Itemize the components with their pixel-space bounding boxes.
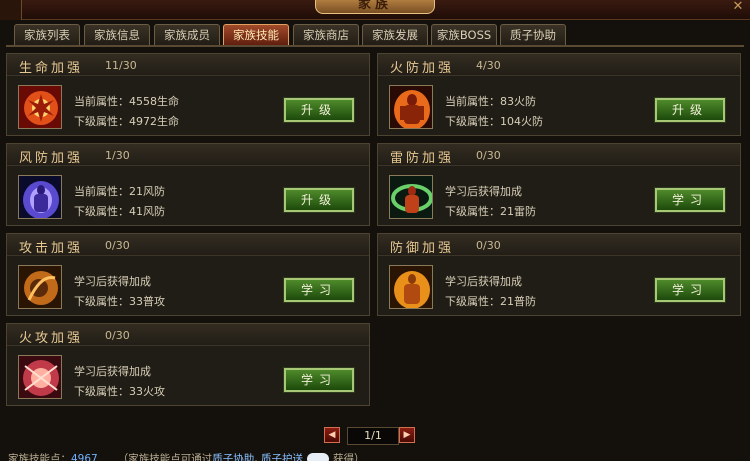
skill-panel-wind-defense: 风防加强 1/30 当前属性：21风防 下级属性：41风防 升级 [6, 143, 370, 226]
close-icon[interactable]: ✕ [730, 0, 746, 16]
learn-hint: 学习后获得加成 [74, 275, 151, 288]
hint-prefix: （家族技能点可通过 [117, 453, 213, 461]
next-attribute: 下级属性：21雷防 [445, 205, 536, 218]
life-icon [18, 85, 62, 129]
tab-family-development[interactable]: 家族发展 [362, 24, 428, 46]
tab-proton-assist[interactable]: 质子协助 [500, 24, 566, 46]
current-attribute: 当前属性：4558生命 [74, 95, 179, 108]
skill-panel-attack: 攻击加强 0/30 学习后获得加成 下级属性：33普攻 学习 [6, 233, 370, 316]
panel-header: 攻击加强 0/30 [7, 234, 369, 256]
tab-family-skills[interactable]: 家族技能 [223, 24, 289, 46]
cloud-icon [306, 453, 329, 461]
wind-defense-icon [18, 175, 62, 219]
next-page-icon[interactable]: ▶ [399, 427, 415, 443]
next-attribute: 下级属性：4972生命 [74, 115, 179, 128]
tab-family-info[interactable]: 家族信息 [84, 24, 150, 46]
skill-name: 火攻加强 [19, 331, 84, 346]
skill-panel-fire-attack: 火攻加强 0/30 学习后获得加成 下级属性：33火攻 学习 [6, 323, 370, 406]
tab-family-list[interactable]: 家族列表 [14, 24, 80, 46]
learn-button[interactable]: 学习 [283, 367, 355, 393]
next-attribute: 下级属性：21普防 [445, 295, 536, 308]
window-title: 家族 [315, 0, 435, 14]
panel-header: 雷防加强 0/30 [378, 144, 740, 166]
skill-level: 4/30 [476, 59, 501, 72]
learn-hint: 学习后获得加成 [445, 275, 522, 288]
skill-level: 1/30 [105, 149, 130, 162]
fire-defense-icon [389, 85, 433, 129]
prev-page-icon[interactable]: ◀ [324, 427, 340, 443]
next-attribute: 下级属性：33火攻 [74, 385, 165, 398]
page-indicator: 1/1 [347, 427, 399, 445]
hint-suffix: 获得） [332, 453, 365, 461]
current-attribute: 当前属性：83火防 [445, 95, 536, 108]
window-title-bar: 家族 ✕ [0, 0, 750, 20]
tab-family-shop[interactable]: 家族商店 [293, 24, 359, 46]
learn-hint: 学习后获得加成 [74, 365, 151, 378]
learn-button[interactable]: 学习 [283, 277, 355, 303]
skill-name: 防御加强 [390, 241, 455, 256]
next-attribute: 下级属性：33普攻 [74, 295, 165, 308]
next-attribute: 下级属性：41风防 [74, 205, 165, 218]
learn-button[interactable]: 学习 [654, 277, 726, 303]
panel-header: 火攻加强 0/30 [7, 324, 369, 346]
panel-header: 防御加强 0/30 [378, 234, 740, 256]
proton-assist-link[interactable]: 质子协助 [212, 453, 254, 461]
points-value: 4967 [71, 453, 98, 461]
skill-name: 生命加强 [19, 61, 84, 76]
defense-icon [389, 265, 433, 309]
proton-escort-link[interactable]: 质子护送 [261, 453, 303, 461]
skill-panel-life: 生命加强 11/30 当前属性：4558生命 下级属性：4972生命 升级 [6, 53, 370, 136]
tab-family-members[interactable]: 家族成员 [154, 24, 220, 46]
next-attribute: 下级属性：104火防 [445, 115, 543, 128]
skill-level: 0/30 [476, 239, 501, 252]
panel-header: 生命加强 11/30 [7, 54, 369, 76]
skill-name: 雷防加强 [390, 151, 455, 166]
fire-attack-icon [18, 355, 62, 399]
title-corner-ornament [0, 0, 22, 20]
skill-panel-defense: 防御加强 0/30 学习后获得加成 下级属性：21普防 学习 [377, 233, 741, 316]
tab-family-boss[interactable]: 家族BOSS [431, 24, 497, 46]
attack-icon [18, 265, 62, 309]
current-attribute: 当前属性：21风防 [74, 185, 165, 198]
skill-level: 0/30 [476, 149, 501, 162]
learn-button[interactable]: 学习 [654, 187, 726, 213]
panel-header: 火防加强 4/30 [378, 54, 740, 76]
skill-panel-thunder-defense: 雷防加强 0/30 学习后获得加成 下级属性：21雷防 学习 [377, 143, 741, 226]
upgrade-button[interactable]: 升级 [283, 187, 355, 213]
skill-level: 0/30 [105, 329, 130, 342]
skill-level: 11/30 [105, 59, 137, 72]
learn-hint: 学习后获得加成 [445, 185, 522, 198]
skill-level: 0/30 [105, 239, 130, 252]
points-label: 家族技能点： [8, 453, 71, 461]
upgrade-button[interactable]: 升级 [654, 97, 726, 123]
thunder-defense-icon [389, 175, 433, 219]
skill-name: 火防加强 [390, 61, 455, 76]
panel-header: 风防加强 1/30 [7, 144, 369, 166]
skill-points-footer: 家族技能点：4967 （家族技能点可通过质子协助, 质子护送 获得） [8, 451, 364, 461]
skill-name: 攻击加强 [19, 241, 84, 256]
tab-divider [6, 45, 744, 47]
skill-panel-fire-defense: 火防加强 4/30 当前属性：83火防 下级属性：104火防 升级 [377, 53, 741, 136]
skill-name: 风防加强 [19, 151, 84, 166]
upgrade-button[interactable]: 升级 [283, 97, 355, 123]
